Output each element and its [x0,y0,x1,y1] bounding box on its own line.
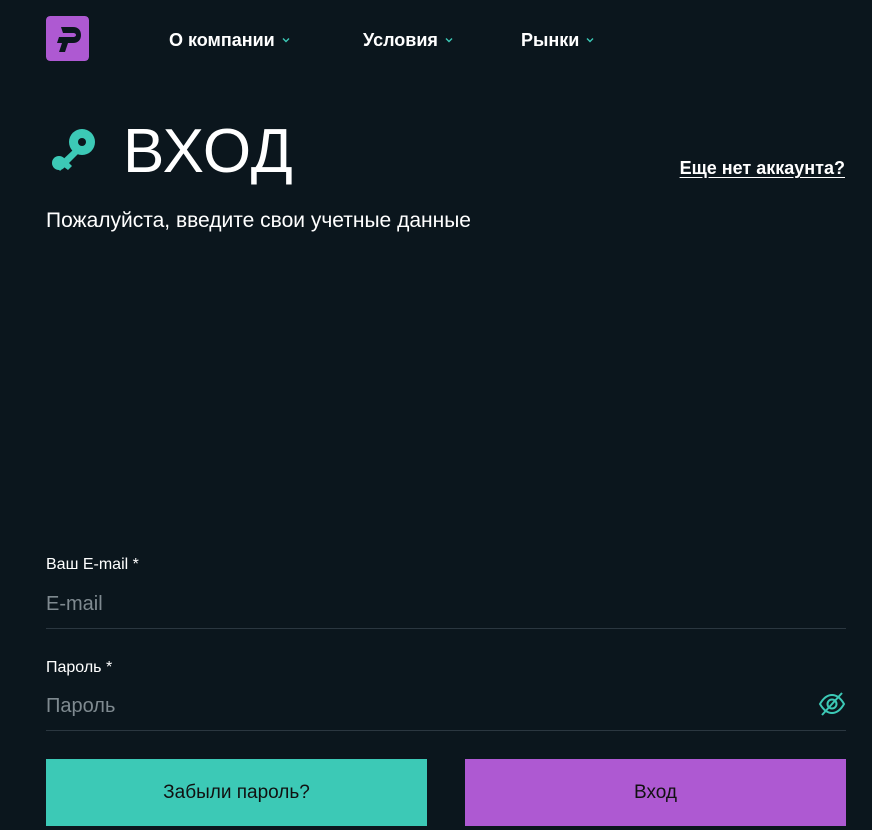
page-subtitle: Пожалуйста, введите свои учетные данные [46,209,471,232]
password-label: Пароль * [46,659,113,676]
eye-off-icon[interactable] [818,690,846,718]
chevron-down-icon [282,38,290,43]
chevron-down-icon [445,38,453,43]
nav-item-label: О компании [169,30,275,50]
password-field[interactable] [46,686,806,726]
register-link[interactable]: Еще нет аккаунта? [680,158,845,179]
password-field-container [46,686,846,731]
email-field-container [46,584,846,629]
email-label: Ваш E-mail * [46,556,139,573]
email-field[interactable] [46,584,806,624]
brand-logo-icon[interactable] [46,16,89,61]
login-button[interactable]: Вход [465,759,846,826]
login-page: О компании Условия Рынки ВХОД Еще нет ак… [0,0,872,830]
nav-item-markets[interactable]: Рынки [521,28,595,52]
nav-item-terms[interactable]: Условия [363,28,454,52]
page-title: ВХОД [123,117,294,186]
nav-item-label: Условия [363,30,438,50]
nav-item-company[interactable]: О компании [169,28,291,52]
forgot-password-button[interactable]: Забыли пароль? [46,759,427,826]
chevron-down-icon [586,38,594,43]
header: О компании Условия Рынки [0,0,872,80]
key-icon [52,129,95,171]
nav-item-label: Рынки [521,30,580,50]
